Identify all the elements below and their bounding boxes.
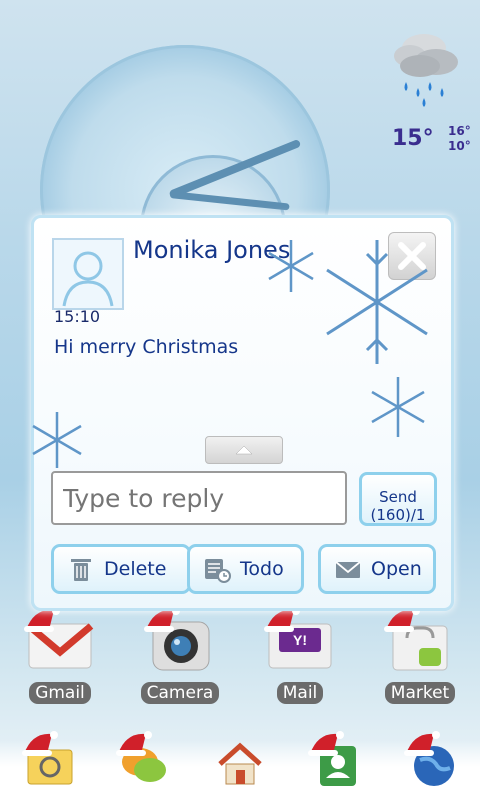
high-temperature: 16° bbox=[448, 124, 471, 138]
message-text: Hi merry Christmas bbox=[54, 336, 239, 358]
snowflake-decoration bbox=[326, 240, 428, 364]
delete-button[interactable]: Delete bbox=[51, 544, 191, 594]
open-button[interactable]: Open bbox=[318, 544, 436, 594]
santa-hat-decoration bbox=[404, 731, 440, 756]
delete-label: Delete bbox=[104, 558, 167, 580]
message-time: 15:10 bbox=[54, 307, 101, 326]
cloud-rain-icon bbox=[394, 34, 458, 107]
home-icon[interactable] bbox=[214, 738, 266, 790]
send-label: Send bbox=[379, 488, 417, 506]
svg-text:Y!: Y! bbox=[293, 632, 307, 648]
expand-button[interactable] bbox=[205, 436, 283, 464]
low-temperature: 10° bbox=[448, 139, 471, 153]
send-button[interactable]: Send (160)/1 bbox=[359, 472, 437, 526]
app-label: Gmail bbox=[29, 682, 91, 704]
envelope-icon bbox=[335, 561, 361, 578]
todo-button[interactable]: Todo bbox=[187, 544, 304, 594]
snowflake-decoration bbox=[32, 412, 82, 468]
reply-input[interactable] bbox=[51, 471, 347, 525]
snowflake-decoration bbox=[268, 240, 314, 292]
send-counter: (160)/1 bbox=[370, 506, 426, 524]
app-label: Mail bbox=[276, 682, 324, 704]
snowflake-decoration bbox=[371, 377, 425, 437]
trash-icon bbox=[71, 559, 91, 581]
santa-hat-decoration bbox=[308, 731, 344, 756]
santa-hat-decoration bbox=[22, 731, 58, 756]
todo-clock-icon bbox=[205, 559, 231, 583]
app-label: Camera bbox=[140, 682, 220, 704]
santa-hat-decoration bbox=[116, 731, 152, 756]
open-label: Open bbox=[371, 558, 422, 580]
contact-avatar[interactable] bbox=[52, 238, 124, 310]
chevron-up-icon bbox=[235, 445, 253, 455]
todo-label: Todo bbox=[240, 558, 284, 580]
app-label: Market bbox=[384, 682, 456, 704]
temperature-range: 16° 10° bbox=[448, 124, 471, 154]
current-temperature: 15° bbox=[392, 126, 434, 151]
